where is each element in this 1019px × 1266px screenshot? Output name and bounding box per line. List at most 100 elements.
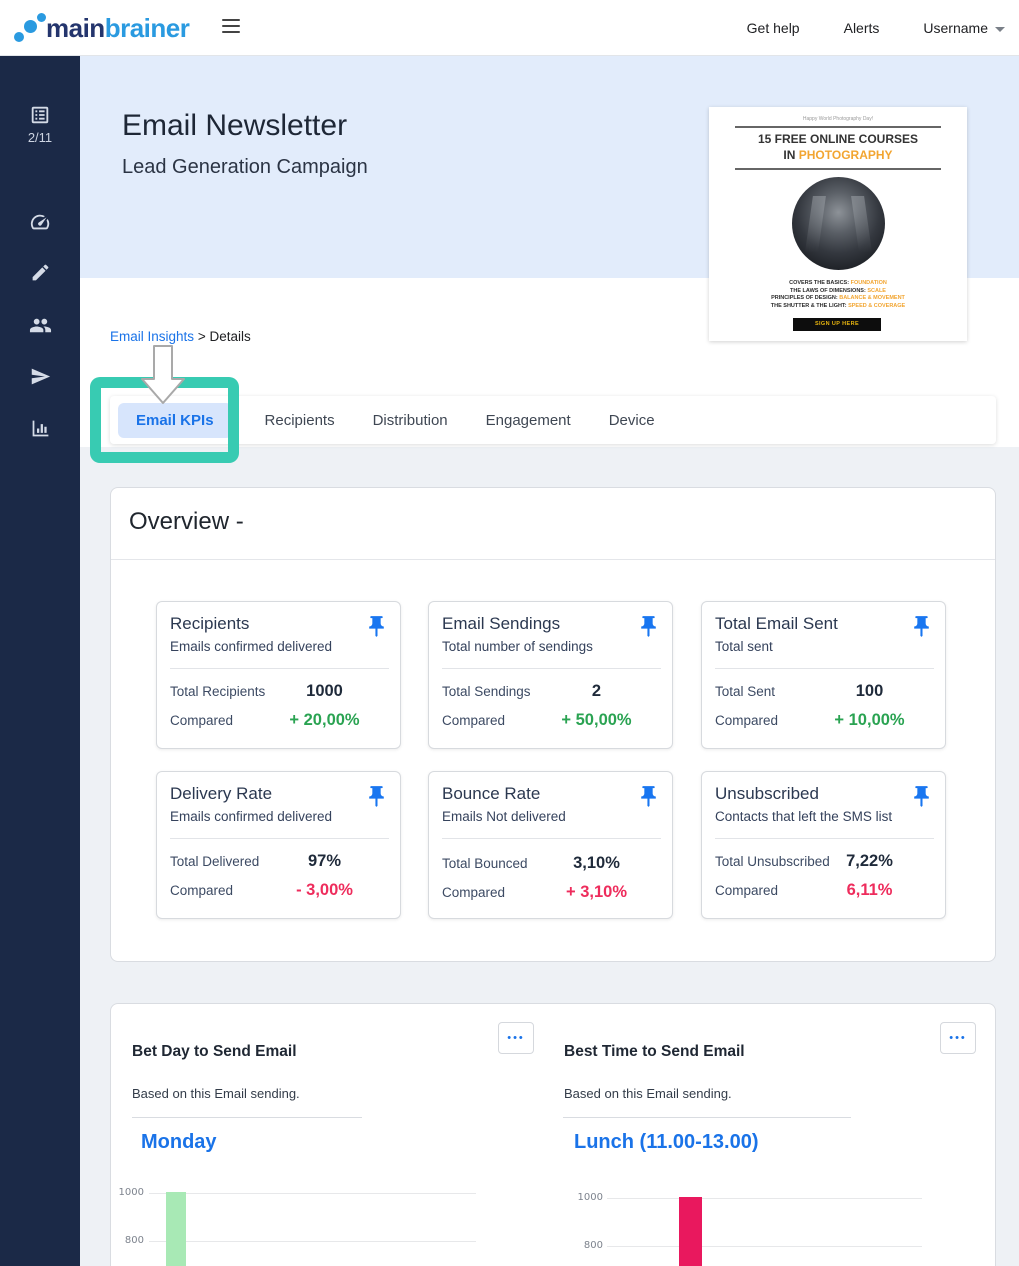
kpi-row-value: + 3,10% — [539, 883, 654, 902]
preview-photo — [792, 177, 885, 270]
sidebar: 2/11 — [0, 56, 80, 1266]
tab-distribution[interactable]: Distribution — [373, 412, 448, 429]
gridline — [607, 1246, 922, 1247]
breadcrumb-current: Details — [209, 329, 250, 344]
username-label: Username — [923, 20, 988, 36]
kpi-subtitle: Emails confirmed delivered — [170, 809, 332, 824]
kpi-row-label: Total Delivered — [170, 854, 259, 869]
y-tick-800: 800 — [570, 1240, 603, 1251]
top-bar: mainbrainer Get help Alerts Username — [0, 0, 1019, 56]
brand-logo[interactable]: mainbrainer — [12, 8, 189, 48]
tab-email-kpis[interactable]: Email KPIs — [118, 403, 232, 438]
kpi-row-value: - 3,00% — [267, 881, 382, 900]
kpi-title: Bounce Rate — [442, 784, 540, 804]
kpi-row-value: 3,10% — [539, 854, 654, 873]
kpi-row-label: Total Sent — [715, 684, 775, 699]
kpi-divider — [715, 668, 934, 669]
username-dropdown[interactable]: Username — [923, 20, 1005, 36]
kpi-row-value: 7,22% — [812, 852, 927, 871]
kpi-card-delivery-rate: Delivery Rate Emails confirmed delivered… — [156, 771, 401, 919]
page-subtitle: Lead Generation Campaign — [122, 156, 368, 179]
kpi-divider — [170, 668, 389, 669]
main-content: Email Newsletter Lead Generation Campaig… — [80, 56, 1019, 1266]
hamburger-menu-icon[interactable] — [222, 19, 240, 33]
preview-bullet: THE SHUTTER & THE LIGHT: SPEED & COVERAG… — [709, 303, 967, 311]
brand-word-main: main — [46, 13, 105, 43]
send-icon — [30, 366, 51, 387]
kpi-subtitle: Contacts that left the SMS list — [715, 809, 892, 824]
kpi-subtitle: Emails Not delivered — [442, 809, 566, 824]
kpi-row-label: Compared — [170, 883, 233, 898]
kpi-row-value: 97% — [267, 852, 382, 871]
kpi-row-value: 100 — [812, 682, 927, 701]
sidebar-item-contacts[interactable] — [0, 314, 80, 337]
dashboard-gauge-icon — [29, 211, 51, 233]
tab-bar: Email KPIs Recipients Distribution Engag… — [110, 396, 996, 444]
kpi-row-value: + 20,00% — [267, 711, 382, 730]
kpi-title: Unsubscribed — [715, 784, 819, 804]
kpi-row-value: 2 — [539, 682, 654, 701]
kpi-divider — [715, 838, 934, 839]
sidebar-item-insights[interactable] — [0, 418, 80, 439]
get-help-link[interactable]: Get help — [747, 20, 800, 36]
breadcrumb-email-insights-link[interactable]: Email Insights — [110, 329, 194, 344]
kpi-card-total-email-sent: Total Email Sent Total sent Total Sent 1… — [701, 601, 946, 749]
pin-icon[interactable] — [364, 784, 389, 809]
sidebar-item-dashboard[interactable] — [0, 211, 80, 233]
alerts-link[interactable]: Alerts — [844, 20, 880, 36]
preview-headline-2: IN PHOTOGRAPHY — [709, 148, 967, 162]
kpi-row-label: Compared — [715, 713, 778, 728]
pin-icon[interactable] — [364, 614, 389, 639]
preview-bullet: PRINCIPLES OF DESIGN: BALANCE & MOVEMENT — [709, 295, 967, 303]
kpi-card-email-sendings: Email Sendings Total number of sendings … — [428, 601, 673, 749]
kpi-subtitle: Total number of sendings — [442, 639, 593, 654]
bar-chart-icon — [30, 418, 51, 439]
list-icon — [29, 104, 51, 126]
kpi-title: Recipients — [170, 614, 249, 634]
kpi-card-recipients: Recipients Emails confirmed delivered To… — [156, 601, 401, 749]
kpi-row-value: 1000 — [267, 682, 382, 701]
kpi-row-label: Compared — [170, 713, 233, 728]
breadcrumb: Email Insights > Details — [110, 329, 251, 344]
preview-rule-bottom — [735, 168, 941, 170]
overview-heading: Overview - — [129, 508, 244, 536]
preview-rule-top — [735, 126, 941, 128]
pin-icon[interactable] — [909, 614, 934, 639]
best-time-chart: 1000 800 — [111, 1004, 996, 1266]
kpi-row-value: + 10,00% — [812, 711, 927, 730]
tab-recipients[interactable]: Recipients — [265, 412, 335, 429]
kpi-row-label: Total Sendings — [442, 684, 531, 699]
tab-engagement[interactable]: Engagement — [486, 412, 571, 429]
overview-card: Overview - Recipients Emails confirmed d… — [110, 487, 996, 962]
kpi-title: Delivery Rate — [170, 784, 272, 804]
pin-icon[interactable] — [636, 784, 661, 809]
sidebar-item-pages[interactable]: 2/11 — [0, 104, 80, 145]
kpi-row-label: Total Recipients — [170, 684, 265, 699]
best-send-card: Bet Day to Send Email ••• Based on this … — [110, 1003, 996, 1266]
brand-logo-icon — [12, 10, 46, 46]
sidebar-item-edit[interactable] — [0, 262, 80, 283]
email-preview-thumbnail[interactable]: Happy World Photography Day! 15 FREE ONL… — [709, 107, 967, 341]
app-window: mainbrainer Get help Alerts Username 2/1… — [0, 0, 1019, 1266]
preview-bullet: THE LAWS OF DIMENSIONS: SCALE — [709, 288, 967, 296]
sidebar-item-campaigns[interactable] — [0, 366, 80, 387]
overview-divider — [111, 559, 995, 560]
preview-preheader: Happy World Photography Day! — [709, 116, 967, 122]
preview-signup-button: SIGN UP HERE — [793, 318, 881, 331]
pager-count: 2/11 — [0, 130, 80, 145]
kpi-card-unsubscribed: Unsubscribed Contacts that left the SMS … — [701, 771, 946, 919]
preview-headline-2-accent: PHOTOGRAPHY — [799, 148, 893, 162]
kpi-row-label: Compared — [715, 883, 778, 898]
kpi-title: Total Email Sent — [715, 614, 838, 634]
pin-icon[interactable] — [636, 614, 661, 639]
gridline — [607, 1198, 922, 1199]
kpi-row-value: 6,11% — [812, 881, 927, 900]
page-title: Email Newsletter — [122, 109, 347, 143]
pin-icon[interactable] — [909, 784, 934, 809]
tab-device[interactable]: Device — [609, 412, 655, 429]
preview-headline-1: 15 FREE ONLINE COURSES — [709, 132, 967, 146]
kpi-row-label: Compared — [442, 885, 505, 900]
kpi-subtitle: Emails confirmed delivered — [170, 639, 332, 654]
pencil-icon — [30, 262, 51, 283]
y-tick-1000: 1000 — [570, 1192, 603, 1203]
